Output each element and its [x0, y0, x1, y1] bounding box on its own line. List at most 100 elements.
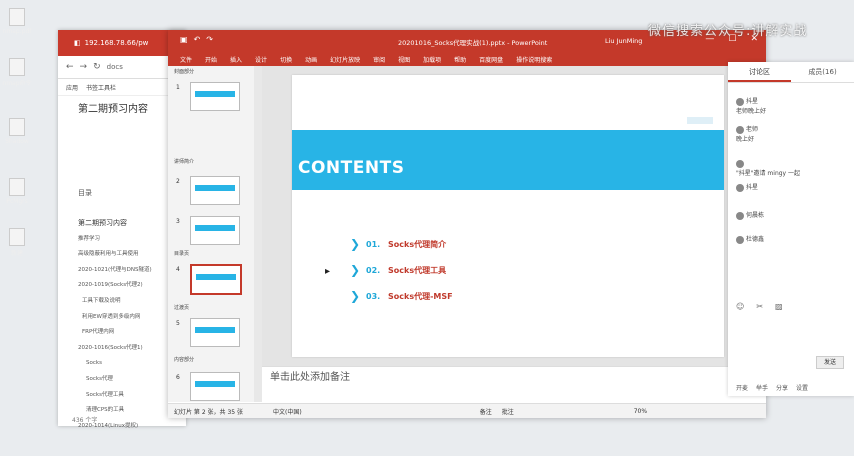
contents-item-2: ❯ 02. Socks代理工具: [350, 263, 446, 277]
scissors-icon[interactable]: ✂: [756, 302, 763, 311]
browser-tab-icon: ◧: [74, 39, 81, 47]
language[interactable]: 中文(中国): [273, 407, 302, 416]
chat-message: 老师 晚上好: [736, 124, 758, 143]
chat-bottom-bar: 开麦 举手 分享 设置: [736, 383, 808, 392]
ribbon-tab[interactable]: 百度网盘: [479, 55, 503, 64]
user-name[interactable]: Liu JunMing: [605, 37, 642, 45]
avatar: [736, 160, 744, 168]
file-icon: [9, 8, 25, 26]
slide-thumbnails: 封面部分 讲师简介 目录页 过渡页 内容部分 1 2 3 4 5 6: [168, 66, 255, 402]
chat-user: 抖星: [746, 184, 759, 191]
desktop-icon-label: Shadow: [5, 138, 29, 145]
forward-icon[interactable]: →: [80, 62, 88, 72]
avatar: [736, 183, 744, 192]
slide-thumbnail[interactable]: [190, 372, 240, 401]
file-icon: [9, 118, 25, 136]
thumbnail-scrollbar[interactable]: [254, 66, 262, 402]
redo-icon[interactable]: ↷: [206, 35, 213, 44]
comments-button[interactable]: 批注: [502, 407, 514, 416]
slide-thumbnail[interactable]: [190, 318, 240, 347]
page-title: 第二期预习内容: [78, 104, 148, 115]
chat-bottom-item[interactable]: 开麦: [736, 383, 748, 392]
bookmark-bar: 应用 书签工具栏: [58, 79, 186, 96]
chat-message: 杜德鑫: [736, 234, 764, 244]
chat-text: "抖星"邀请 mingy 一起: [736, 170, 801, 177]
item-text: Socks代理工具: [388, 265, 447, 275]
section-label[interactable]: 内容部分: [174, 356, 194, 363]
slide-thumbnail[interactable]: [190, 264, 242, 295]
desktop-icon[interactable]: nmap.pdf: [2, 8, 32, 35]
slide-number: 4: [176, 266, 180, 273]
slide-number: 6: [176, 374, 180, 381]
notes-pane[interactable]: 单击此处添加备注: [262, 366, 728, 388]
emoji-icon[interactable]: ☺: [736, 302, 744, 311]
save-icon[interactable]: ▣: [180, 35, 188, 44]
tab-discussion[interactable]: 讨论区: [728, 62, 791, 82]
desktop-icon[interactable]: nmap命令: [2, 58, 32, 87]
section-label[interactable]: 封面部分: [174, 68, 194, 75]
chat-user: 抖星: [746, 98, 759, 105]
chat-bottom-item[interactable]: 设置: [796, 383, 808, 392]
ribbon-tab[interactable]: 操作说明搜索: [516, 55, 552, 64]
current-slide[interactable]: CONTENTS ❯ 01. Socks代理简介 ❯ 02. Socks代理工具…: [292, 75, 724, 357]
bookmark-apps[interactable]: 应用: [66, 83, 78, 92]
thumbnail-band: [195, 327, 235, 333]
ribbon-tab[interactable]: 开始: [205, 55, 217, 64]
item-number: 01.: [366, 239, 381, 249]
image-icon[interactable]: ▨: [775, 302, 783, 311]
ribbon-tab[interactable]: 视图: [398, 55, 410, 64]
avatar: [736, 125, 744, 134]
arrow-icon: ❯: [350, 289, 361, 303]
status-bar: 幻灯片 第 2 张，共 35 张 中文(中国) 备注 批注 70%: [168, 403, 766, 418]
mouse-cursor-icon: ▸: [325, 266, 331, 277]
item-number: 02.: [366, 265, 381, 275]
item-number: 03.: [366, 291, 381, 301]
chat-message: 何晨栋: [736, 210, 764, 220]
chat-bottom-item[interactable]: 举手: [756, 383, 768, 392]
ribbon-tab[interactable]: 动画: [305, 55, 317, 64]
browser-nav-bar: ← → ↻ docs: [58, 56, 186, 79]
desktop-icon[interactable]: 新建: [2, 228, 32, 257]
slide-logo: [687, 117, 713, 124]
item-text: Socks代理-MSF: [388, 291, 453, 301]
slide-canvas: CONTENTS ❯ 01. Socks代理简介 ❯ 02. Socks代理工具…: [262, 66, 728, 366]
ribbon-tab[interactable]: 加载项: [423, 55, 441, 64]
zoom-level[interactable]: 70%: [634, 408, 647, 415]
chat-user: 老师: [746, 126, 759, 133]
file-icon: [9, 228, 25, 246]
avatar: [736, 97, 744, 106]
avatar: [736, 235, 744, 244]
tab-members[interactable]: 成员(16): [791, 62, 854, 82]
thumbnail-band: [195, 225, 235, 231]
ribbon-tab[interactable]: 插入: [230, 55, 242, 64]
slide-thumbnail[interactable]: [190, 176, 240, 205]
bookmark-tools[interactable]: 书签工具栏: [86, 83, 116, 92]
undo-icon[interactable]: ↶: [194, 35, 201, 44]
thumbnail-band: [195, 91, 235, 97]
quick-access-toolbar: ▣ ↶ ↷: [180, 35, 213, 44]
contents-item-1: ❯ 01. Socks代理简介: [350, 237, 446, 251]
address-bar[interactable]: docs: [107, 63, 123, 71]
ribbon-tab[interactable]: 切换: [280, 55, 292, 64]
section-label[interactable]: 过渡页: [174, 304, 189, 311]
section-label[interactable]: 目录页: [174, 250, 189, 257]
desktop-icon[interactable]: Shadow: [2, 118, 32, 145]
slide-thumbnail[interactable]: [190, 82, 240, 111]
thumbnail-band: [196, 274, 236, 280]
ribbon-tab[interactable]: 审阅: [373, 55, 385, 64]
ribbon-tab[interactable]: 帮助: [454, 55, 466, 64]
section-label[interactable]: 讲师简介: [174, 158, 194, 165]
back-icon[interactable]: ←: [66, 62, 74, 72]
ribbon-tab[interactable]: 文件: [180, 55, 192, 64]
desktop-icon[interactable]: PcMgrs: [2, 178, 32, 205]
ribbon-tab[interactable]: 设计: [255, 55, 267, 64]
ribbon-tab[interactable]: 幻灯片放映: [330, 55, 360, 64]
notes-button[interactable]: 备注: [480, 407, 492, 416]
slide-thumbnail[interactable]: [190, 216, 240, 245]
contents-item-3: ❯ 03. Socks代理-MSF: [350, 289, 453, 303]
reload-icon[interactable]: ↻: [93, 62, 101, 72]
send-button[interactable]: 发送: [816, 356, 844, 369]
browser-tab[interactable]: 192.168.78.66/pw: [85, 39, 149, 47]
chat-bottom-item[interactable]: 分享: [776, 383, 788, 392]
slide-info: 幻灯片 第 2 张，共 35 张: [174, 408, 243, 416]
